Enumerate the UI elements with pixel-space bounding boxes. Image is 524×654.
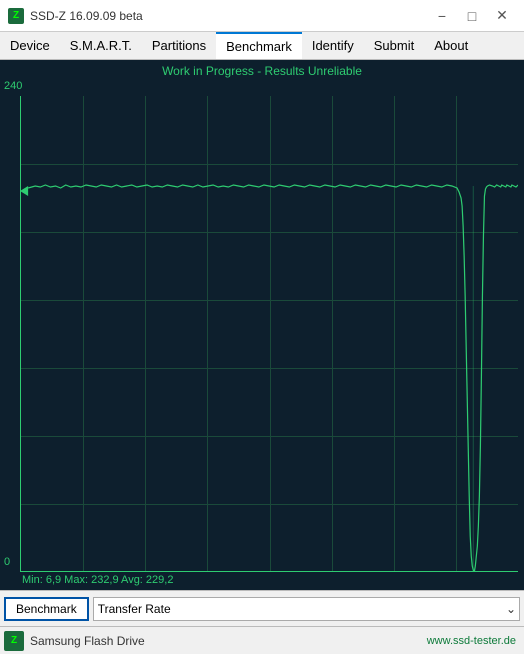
- close-button[interactable]: ✕: [488, 5, 516, 27]
- status-bar: Z Samsung Flash Drive www.ssd-tester.de: [0, 626, 524, 654]
- app-icon: Z: [8, 8, 24, 24]
- transfer-rate-dropdown-wrapper: Transfer Rate ⌄: [93, 597, 520, 621]
- status-app-icon: Z: [4, 631, 24, 651]
- menu-item-about[interactable]: About: [424, 32, 478, 59]
- minimize-button[interactable]: −: [428, 5, 456, 27]
- status-url: www.ssd-tester.de: [427, 635, 516, 647]
- title-bar: Z SSD-Z 16.09.09 beta − □ ✕: [0, 0, 524, 32]
- menu-item-identify[interactable]: Identify: [302, 32, 364, 59]
- chart-stats: Min: 6,9 Max: 232,9 Avg: 229,2: [22, 574, 173, 586]
- title-controls: − □ ✕: [428, 5, 516, 27]
- y-label-top: 240: [4, 80, 22, 92]
- status-device-name: Samsung Flash Drive: [30, 634, 427, 648]
- menu-item-benchmark[interactable]: Benchmark: [216, 32, 302, 59]
- benchmark-button[interactable]: Benchmark: [4, 597, 89, 621]
- chart-area: Work in Progress - Results Unreliable 24…: [0, 60, 524, 590]
- maximize-button[interactable]: □: [458, 5, 486, 27]
- toolbar: Benchmark Transfer Rate ⌄: [0, 590, 524, 626]
- title-text: SSD-Z 16.09.09 beta: [30, 9, 143, 23]
- menu-item-partitions[interactable]: Partitions: [142, 32, 216, 59]
- y-label-bottom: 0: [4, 556, 10, 568]
- menu-bar: Device S.M.A.R.T. Partitions Benchmark I…: [0, 32, 524, 60]
- benchmark-chart-svg: [20, 96, 518, 572]
- chart-title: Work in Progress - Results Unreliable: [0, 64, 524, 78]
- menu-item-submit[interactable]: Submit: [364, 32, 424, 59]
- menu-item-smart[interactable]: S.M.A.R.T.: [60, 32, 142, 59]
- menu-item-device[interactable]: Device: [0, 32, 60, 59]
- transfer-rate-dropdown[interactable]: Transfer Rate: [93, 597, 520, 621]
